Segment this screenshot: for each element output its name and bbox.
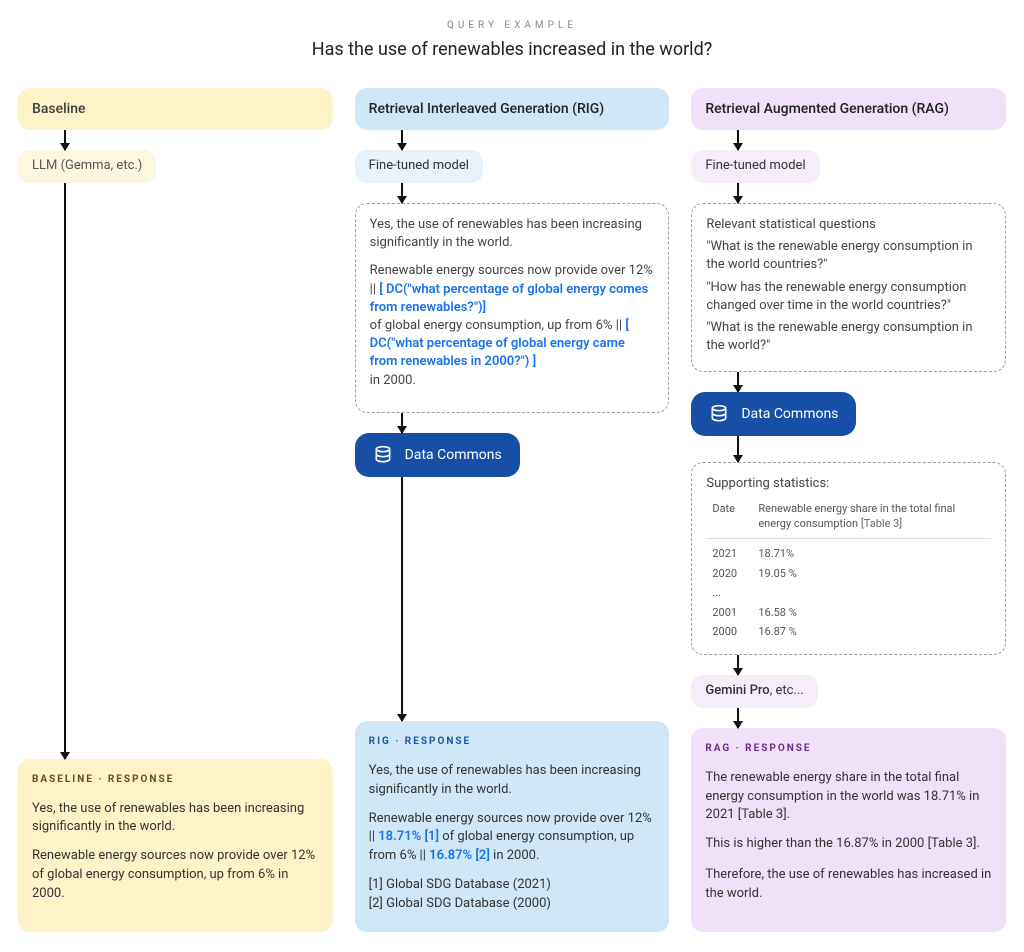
rag-questions: Relevant statistical questions "What is … (691, 203, 1006, 372)
arrow (737, 655, 739, 675)
arrow (737, 183, 739, 203)
questions-heading: Relevant statistical questions (706, 216, 991, 234)
col-rig: Retrieval Interleaved Generation (RIG) F… (355, 88, 670, 932)
header: QUERY EXAMPLE Has the use of renewables … (18, 20, 1006, 60)
response-text: The renewable energy share in the total … (705, 769, 992, 826)
rig-intermediate: Yes, the use of renewables has been incr… (355, 203, 670, 413)
value: 16.87 % (754, 623, 989, 640)
date: ... (708, 584, 752, 601)
response-label: RIG · RESPONSE (369, 735, 656, 750)
page-title: Has the use of renewables increased in t… (18, 39, 1006, 60)
text: in 2000. (370, 373, 416, 388)
value: 18.71% (754, 545, 989, 562)
stats-rows: 202118.71% 202019.05 % ... 200116.58 % 2… (706, 543, 991, 642)
baseline-header: Baseline (18, 88, 333, 130)
text: , etc... (770, 683, 804, 698)
arrow (737, 708, 739, 728)
rig-header: Retrieval Interleaved Generation (RIG) (355, 88, 670, 130)
gemini-chip: Gemini Pro, etc... (691, 675, 817, 708)
response-text: Yes, the use of renewables has been incr… (369, 762, 656, 800)
question: "What is the renewable energy consumptio… (706, 319, 991, 355)
question: "How has the renewable energy consumptio… (706, 279, 991, 315)
arrow (737, 372, 739, 392)
dc-label: Data Commons (741, 406, 838, 422)
rag-stats: Supporting statistics: Date Renewable en… (691, 462, 1006, 655)
stats-table: Date Renewable energy share in the total… (706, 498, 991, 535)
citation: 18.71% [1] (378, 829, 439, 844)
rag-model: Fine-tuned model (691, 150, 819, 183)
dc-call: [ DC("what percentage of global energy c… (370, 282, 649, 315)
col-date: Date (708, 500, 752, 533)
data-commons-chip: Data Commons (355, 433, 520, 477)
arrow (737, 130, 739, 150)
response-text: Renewable energy sources now provide ove… (32, 847, 319, 904)
arrow (401, 130, 403, 150)
baseline-response: BASELINE · RESPONSE Yes, the use of rene… (18, 759, 333, 932)
eyebrow: QUERY EXAMPLE (18, 20, 1006, 31)
columns: Baseline LLM (Gemma, etc.) BASELINE · RE… (18, 88, 1006, 932)
stats-heading: Supporting statistics: (706, 475, 991, 493)
database-icon (373, 445, 393, 465)
ref: [Table 3] (861, 517, 902, 530)
arrow (64, 183, 66, 759)
response-text: Therefore, the use of renewables has inc… (705, 866, 992, 904)
col-rag: Retrieval Augmented Generation (RAG) Fin… (691, 88, 1006, 932)
arrow (401, 477, 403, 722)
rig-response: RIG · RESPONSE Yes, the use of renewable… (355, 721, 670, 931)
citation: 16.87% [2] (429, 848, 490, 863)
text: of global energy consumption, up from 6%… (370, 318, 626, 333)
data-commons-chip: Data Commons (691, 392, 856, 436)
value (754, 584, 989, 601)
response-text: Renewable energy sources now provide ove… (369, 810, 656, 867)
value: 16.58 % (754, 604, 989, 621)
rig-model: Fine-tuned model (355, 150, 483, 183)
rag-header: Retrieval Augmented Generation (RAG) (691, 88, 1006, 130)
gemini-name: Gemini Pro (705, 683, 769, 698)
intermediate-text: Yes, the use of renewables has been incr… (370, 216, 655, 252)
value: 19.05 % (754, 565, 989, 582)
date: 2020 (708, 565, 752, 582)
col-baseline: Baseline LLM (Gemma, etc.) BASELINE · RE… (18, 88, 333, 932)
response-text: This is higher than the 16.87% in 2000 [… (705, 835, 992, 854)
database-icon (709, 404, 729, 424)
rag-response: RAG · RESPONSE The renewable energy shar… (691, 728, 1006, 932)
intermediate-text: Renewable energy sources now provide ove… (370, 262, 655, 389)
date: 2000 (708, 623, 752, 640)
baseline-model: LLM (Gemma, etc.) (18, 150, 156, 183)
dc-label: Data Commons (405, 447, 502, 463)
date: 2001 (708, 604, 752, 621)
response-label: BASELINE · RESPONSE (32, 773, 319, 788)
text: Renewable energy share in the total fina… (758, 502, 955, 530)
date: 2021 (708, 545, 752, 562)
reference: [2] Global SDG Database (2000) (369, 895, 656, 914)
response-text: Yes, the use of renewables has been incr… (32, 800, 319, 838)
question: "What is the renewable energy consumptio… (706, 238, 991, 274)
arrow (737, 436, 739, 462)
arrow (401, 183, 403, 203)
arrow (64, 130, 66, 150)
text: in 2000. (493, 848, 539, 863)
divider (706, 538, 991, 539)
col-metric: Renewable energy share in the total fina… (754, 500, 989, 533)
arrow (401, 413, 403, 433)
reference: [1] Global SDG Database (2021) (369, 876, 656, 895)
response-label: RAG · RESPONSE (705, 742, 992, 757)
